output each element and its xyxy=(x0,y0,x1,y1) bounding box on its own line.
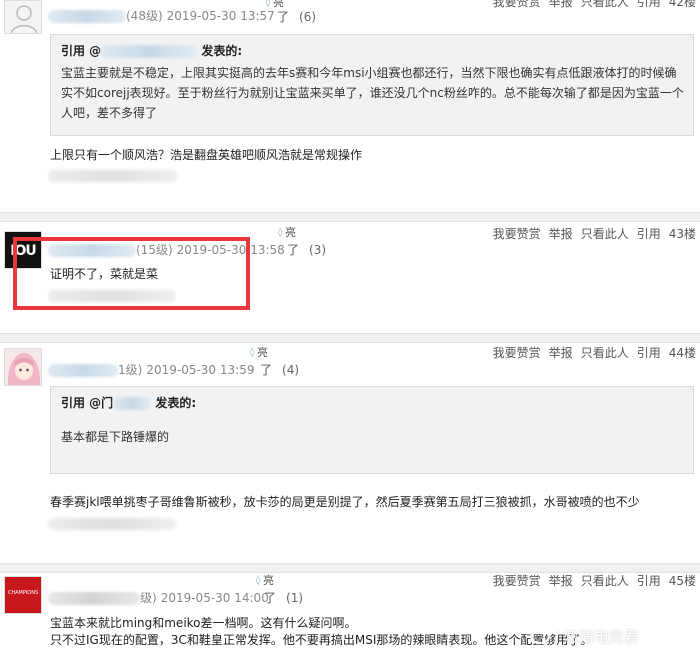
post-actions: 我要赞赏 举报 只看此人 引用 44楼 xyxy=(485,344,696,362)
signature-blurred xyxy=(48,290,176,302)
avatar[interactable]: CHAMPIONS xyxy=(4,576,42,614)
light-count: (6) xyxy=(299,10,317,24)
post-content: 证明不了，菜就是菜 xyxy=(50,267,159,281)
post-44: 1级) 2019-05-30 13:59 ◊ 亮 了 (4) 我要赞赏 举报 只看此人 引用… xyxy=(0,344,700,563)
quote-body: 宝蓝主要就是不稳定，上限其实挺高的去年s赛和今年msi小组赛也都还行，当然下限也… xyxy=(61,66,684,120)
droplet-icon: ◊ xyxy=(278,228,283,238)
droplet-icon: ◊ xyxy=(250,348,255,358)
avatar-logo-text: IOU xyxy=(10,243,36,259)
post-time: 2019-05-30 13:57 xyxy=(166,9,275,23)
light-count: (3) xyxy=(309,243,327,257)
post-time: 2019-05-30 13:59 xyxy=(146,363,255,377)
post-content: 上限只有一个顺风浩？浩是翻盘英雄吧顺风浩就是常规操作 xyxy=(50,148,363,162)
cite-button[interactable]: 引用 xyxy=(637,574,661,588)
post-content: 春季赛jkl喂单挑枣子哥维鲁斯被秒，放卡莎的局更是别提了，然后夏季赛第五局打三狼… xyxy=(50,495,640,509)
like-button[interactable]: 我要赞赏 xyxy=(493,0,541,9)
report-button[interactable]: 举报 xyxy=(549,574,573,588)
post-43: IOU (15级) 2019-05-30 13:58 ◊ 亮 了 (3) 我要赞赏 举报… xyxy=(0,223,700,333)
le-label[interactable]: 了 (3) xyxy=(287,241,326,259)
floor-number: 42楼 xyxy=(668,0,696,9)
post-content-line-2: 只不过IG现在的配置，3C和鞋皇正常发挥。他不要再搞出MSI那场的辣眼睛表现。他… xyxy=(50,633,593,647)
droplet-icon: ◊ xyxy=(256,576,261,586)
report-button[interactable]: 举报 xyxy=(549,0,573,9)
like-button[interactable]: 我要赞赏 xyxy=(493,227,541,241)
le-label[interactable]: 了 (6) xyxy=(277,8,316,26)
post-separator xyxy=(0,212,700,222)
user-level: 级) xyxy=(140,591,157,605)
username-blurred[interactable] xyxy=(48,10,126,23)
avatar[interactable]: IOU xyxy=(4,231,42,269)
only-this-user-button[interactable]: 只看此人 xyxy=(581,574,629,588)
report-button[interactable]: 举报 xyxy=(549,227,573,241)
post-actions: 我要赞赏 举报 只看此人 引用 42楼 xyxy=(485,0,696,11)
like-button[interactable]: 我要赞赏 xyxy=(493,574,541,588)
user-level: (48级) xyxy=(126,9,163,23)
quote-header: 引用 @ 发表的: xyxy=(61,44,243,58)
floor-number: 43楼 xyxy=(668,227,696,241)
avatar[interactable] xyxy=(4,0,42,34)
cite-button[interactable]: 引用 xyxy=(637,0,661,9)
post-meta: 1级) 2019-05-30 13:59 xyxy=(48,360,254,380)
only-this-user-button[interactable]: 只看此人 xyxy=(581,227,629,241)
post-actions: 我要赞赏 举报 只看此人 引用 43楼 xyxy=(485,225,696,243)
anime-girl-avatar-icon xyxy=(5,349,41,385)
post-actions: 我要赞赏 举报 只看此人 引用 45楼 xyxy=(485,572,696,590)
le-label[interactable]: 了 (4) xyxy=(260,361,299,379)
user-level: 1级) xyxy=(118,363,143,377)
only-this-user-button[interactable]: 只看此人 xyxy=(581,346,629,360)
user-level: (15级) xyxy=(136,243,173,257)
liang-button[interactable]: ◊ 亮 xyxy=(278,226,296,240)
floor-number: 45楼 xyxy=(668,574,696,588)
username-blurred[interactable] xyxy=(48,244,136,257)
quote-block: 引用 @ 发表的: 宝蓝主要就是不稳定，上限其实挺高的去年s赛和今年msi小组赛… xyxy=(50,34,694,136)
post-42: (48级) 2019-05-30 13:57 ◊ 亮 了 (6) 我要赞赏 举报 只看此人… xyxy=(0,0,700,212)
quoted-username-blurred[interactable] xyxy=(113,397,152,410)
signature-blurred xyxy=(48,518,176,530)
liang-button[interactable]: ◊ 亮 xyxy=(250,346,268,360)
username-blurred[interactable] xyxy=(48,592,140,605)
watermark: / 激情电竞君 xyxy=(530,626,639,647)
floor-number: 44楼 xyxy=(668,346,696,360)
post-time: 2019-05-30 14:00 xyxy=(160,591,269,605)
post-meta: (48级) 2019-05-30 13:57 xyxy=(48,6,275,26)
post-meta: (15级) 2019-05-30 13:58 xyxy=(48,240,285,260)
post-time: 2019-05-30 13:58 xyxy=(176,243,285,257)
cite-button[interactable]: 引用 xyxy=(637,346,661,360)
report-button[interactable]: 举报 xyxy=(549,346,573,360)
le-label[interactable]: 了 (1) xyxy=(264,589,303,607)
default-user-icon xyxy=(10,5,38,33)
light-count: (4) xyxy=(282,363,300,377)
post-separator xyxy=(0,333,700,343)
quote-block: 引用 @门 发表的: 基本都是下路锤爆的 xyxy=(50,386,694,474)
watermark-logo-icon xyxy=(530,630,550,644)
avatar-logo-text: CHAMPIONS xyxy=(7,590,39,596)
post-meta: 级) 2019-05-30 14:00 xyxy=(48,588,269,608)
like-button[interactable]: 我要赞赏 xyxy=(493,346,541,360)
only-this-user-button[interactable]: 只看此人 xyxy=(581,0,629,9)
liang-button[interactable]: ◊ 亮 xyxy=(256,574,274,588)
quoted-username-blurred[interactable] xyxy=(101,45,198,58)
quote-body: 基本都是下路锤爆的 xyxy=(61,430,170,444)
username-blurred[interactable] xyxy=(48,364,118,377)
light-count: (1) xyxy=(286,591,304,605)
droplet-icon: ◊ xyxy=(266,0,271,8)
quote-header: 引用 @门 发表的: xyxy=(61,396,197,410)
cite-button[interactable]: 引用 xyxy=(637,227,661,241)
avatar[interactable] xyxy=(4,348,42,386)
signature-blurred xyxy=(48,170,178,182)
